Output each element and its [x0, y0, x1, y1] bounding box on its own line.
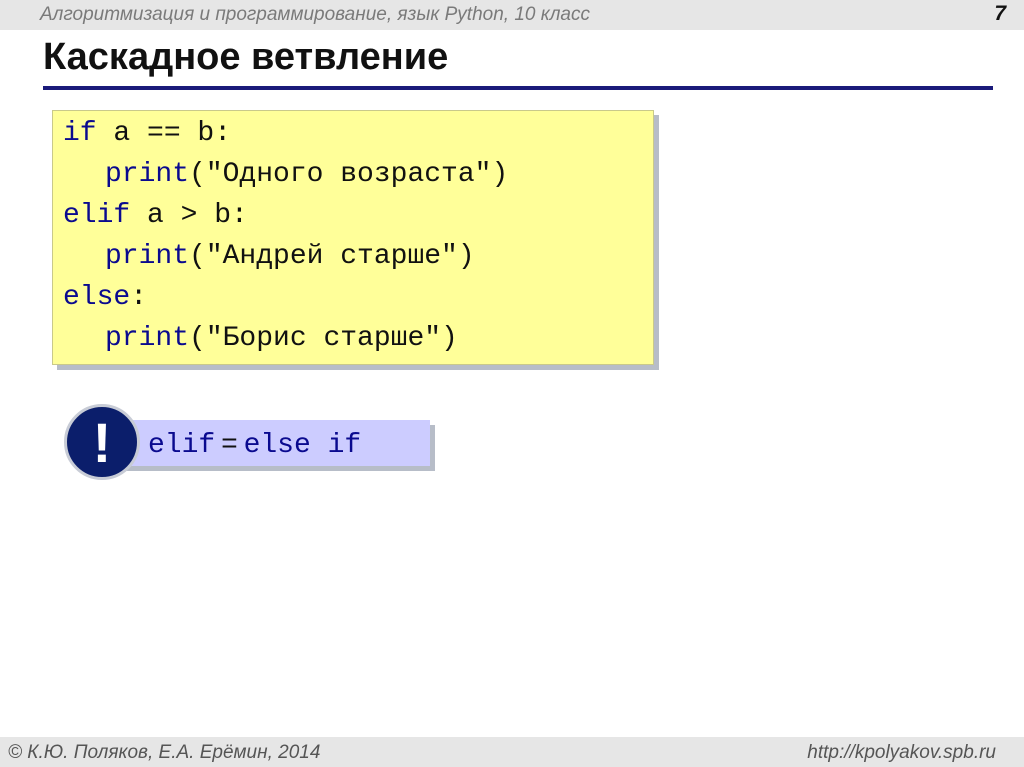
code-text: ("Борис старше")	[189, 323, 458, 354]
code-text: a > b:	[130, 200, 248, 231]
note-box: elif = else if	[118, 420, 430, 466]
note-left: elif	[148, 430, 216, 461]
slide-title: Каскадное ветвление	[43, 36, 449, 78]
code-block: if a == b: print("Одного возраста") elif…	[52, 110, 654, 365]
code-function: print	[105, 323, 190, 354]
code-text: a == b:	[96, 118, 232, 149]
header-bar: Алгоритмизация и программирование, язык …	[0, 0, 1024, 30]
course-title: Алгоритмизация и программирование, язык …	[40, 4, 590, 25]
title-underline	[43, 86, 993, 90]
code-keyword: else	[63, 282, 131, 313]
code-function: print	[105, 159, 190, 190]
note-right: else if	[243, 430, 362, 461]
footer-authors: © К.Ю. Поляков, Е.А. Ерёмин, 2014	[8, 742, 321, 763]
code-text: ("Андрей старше")	[189, 241, 475, 272]
footer-url[interactable]: http://kpolyakov.spb.ru	[807, 742, 996, 764]
code-keyword: if	[63, 118, 97, 149]
footer-bar: © К.Ю. Поляков, Е.А. Ерёмин, 2014 http:/…	[0, 737, 1024, 767]
code-text: :	[130, 282, 148, 313]
code-line-if: if a == b:	[63, 117, 231, 151]
code-line-print-1: print("Одного возраста")	[63, 158, 508, 192]
code-line-elif: elif a > b:	[63, 199, 248, 233]
code-keyword: elif	[63, 200, 131, 231]
note-text: elif = else if	[148, 426, 361, 463]
code-line-print-3: print("Борис старше")	[63, 322, 458, 356]
code-text: ("Одного возраста")	[189, 159, 509, 190]
code-line-else: else:	[63, 281, 147, 315]
code-function: print	[105, 241, 190, 272]
code-line-print-2: print("Андрей старше")	[63, 240, 475, 274]
exclamation-icon: !	[64, 404, 140, 480]
slide-number: 7	[994, 2, 1006, 25]
note-equals: =	[221, 427, 238, 458]
